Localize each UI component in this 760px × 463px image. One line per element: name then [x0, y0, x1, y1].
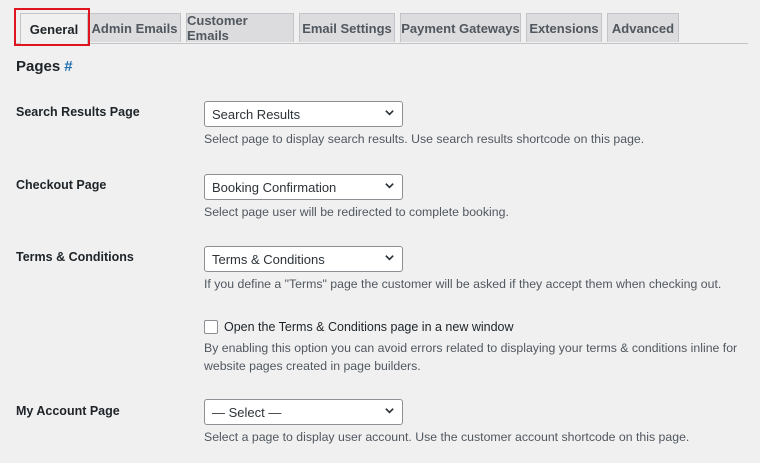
- checkout-page-select[interactable]: Booking Confirmation: [204, 174, 403, 200]
- my-account-page-value: — Select —: [212, 404, 282, 420]
- chevron-down-icon: [385, 408, 394, 414]
- chevron-down-icon: [385, 110, 394, 116]
- search-results-page-select[interactable]: Search Results: [204, 101, 403, 127]
- terms-page-description: If you define a "Terms" page the custome…: [204, 277, 722, 291]
- section-anchor-link[interactable]: #: [64, 58, 72, 75]
- tab-customer-emails[interactable]: Customer Emails: [186, 13, 294, 43]
- search-results-page-description: Select page to display search results. U…: [204, 132, 645, 146]
- my-account-page-description: Select a page to display user account. U…: [204, 430, 690, 444]
- tab-email-settings[interactable]: Email Settings: [299, 13, 395, 42]
- chevron-down-icon: [385, 183, 394, 189]
- search-results-page-value: Search Results: [212, 106, 301, 122]
- checkout-page-label: Checkout Page: [16, 178, 107, 192]
- tab-extensions[interactable]: Extensions: [526, 13, 602, 42]
- terms-new-window-description-line1: By enabling this option you can avoid er…: [204, 341, 738, 355]
- terms-new-window-description: By enabling this option you can avoid er…: [204, 339, 737, 375]
- section-title: Pages #: [16, 58, 73, 75]
- terms-page-value: Terms & Conditions: [212, 251, 325, 267]
- terms-new-window-option: Open the Terms & Conditions page in a ne…: [204, 319, 514, 335]
- checkout-page-value: Booking Confirmation: [212, 179, 337, 195]
- tab-advanced[interactable]: Advanced: [607, 13, 679, 42]
- checkout-page-description: Select page user will be redirected to c…: [204, 205, 509, 219]
- terms-new-window-label[interactable]: Open the Terms & Conditions page in a ne…: [224, 320, 514, 334]
- tab-admin-emails[interactable]: Admin Emails: [88, 13, 181, 42]
- tab-general[interactable]: General: [20, 13, 88, 44]
- my-account-page-select[interactable]: — Select —: [204, 399, 403, 425]
- section-title-text: Pages: [16, 58, 61, 75]
- search-results-page-label: Search Results Page: [16, 105, 140, 119]
- terms-new-window-checkbox[interactable]: [204, 320, 218, 334]
- tab-payment-gateways[interactable]: Payment Gateways: [400, 13, 521, 42]
- terms-page-label: Terms & Conditions: [16, 250, 134, 264]
- terms-new-window-description-line2: website pages created in page builders.: [204, 359, 421, 373]
- chevron-down-icon: [385, 255, 394, 261]
- terms-page-select[interactable]: Terms & Conditions: [204, 246, 403, 272]
- tabs-divider: [16, 43, 748, 44]
- my-account-page-label: My Account Page: [16, 404, 120, 418]
